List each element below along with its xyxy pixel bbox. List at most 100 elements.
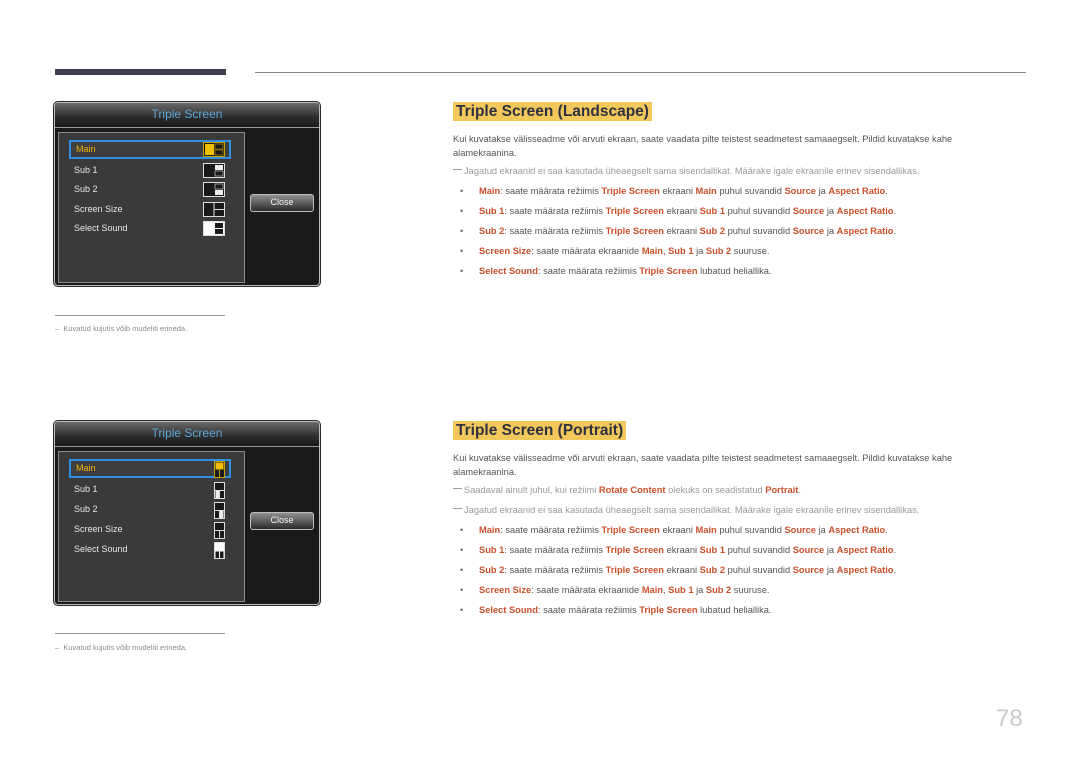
hl: Rotate Content <box>598 485 666 495</box>
t: lubatud heliallika. <box>697 266 772 276</box>
note-text: Jagatud ekraanid ei saa kasutada üheaegs… <box>464 166 920 176</box>
hl: Aspect Ratio <box>836 206 894 216</box>
t: puhul suvandid <box>724 545 793 555</box>
t: puhul suvandid <box>724 226 793 236</box>
osd-item-screen-size[interactable]: Screen Size <box>69 520 231 539</box>
t: puhul suvandid <box>716 186 785 196</box>
t: : saate määrata režiimis <box>504 565 606 575</box>
hl: Aspect Ratio <box>836 565 894 575</box>
page-number: 78 <box>996 705 1023 732</box>
hl: Sub 2 <box>705 246 732 256</box>
footnote-dash: – <box>55 324 60 333</box>
osd-item-sub2[interactable]: Sub 2 <box>69 180 231 199</box>
t: . <box>893 545 897 555</box>
osd-item-label: Select Sound <box>74 544 128 554</box>
hl: Triple Screen <box>639 605 698 615</box>
t: ja <box>815 525 829 535</box>
osd-item-sub1[interactable]: Sub 1 <box>69 161 231 180</box>
layout-screen-size-portrait-icon <box>214 522 225 539</box>
header-rule <box>255 72 1026 73</box>
t: . <box>885 186 888 196</box>
t: suuruse. <box>731 585 770 595</box>
osd-menu-list: Main Sub 1 Sub 2 Screen Size Select Soun… <box>58 132 245 283</box>
t: ja <box>824 545 837 555</box>
osd-item-select-sound[interactable]: Select Sound <box>69 219 231 238</box>
layout-sub1-portrait-icon <box>214 482 225 499</box>
bullet-key: Select Sound <box>479 605 538 615</box>
t: : saate määrata režiimis <box>537 266 640 276</box>
hl: Main <box>641 246 663 256</box>
layout-select-sound-portrait-icon <box>214 542 225 559</box>
t: ekraani <box>664 565 700 575</box>
osd-item-label: Sub 1 <box>74 484 98 494</box>
osd-item-main[interactable]: Main <box>69 459 231 478</box>
layout-sub2-icon <box>203 182 225 197</box>
hl: Triple Screen <box>605 226 664 236</box>
landscape-bullet-select-sound: • Select Sound: saate määrata režiimis Tr… <box>460 266 772 276</box>
t: lubatud heliallika. <box>697 605 772 615</box>
bullet-key: Main <box>479 186 501 196</box>
hl: Triple Screen <box>601 525 660 535</box>
t: : saate määrata režiimis <box>504 226 606 236</box>
osd-triple-screen-portrait: Triple Screen Main Sub 1 Sub 2 Screen Si… <box>54 421 320 605</box>
landscape-bullet-main: • Main: saate määrata režiimis Triple Scr… <box>460 186 888 196</box>
bullet-icon: • <box>460 266 464 276</box>
hl: Triple Screen <box>605 565 664 575</box>
hl: Sub 1 <box>668 246 694 256</box>
bullet-icon: • <box>460 605 464 615</box>
hl: Aspect Ratio <box>836 226 894 236</box>
t: : saate määrata režiimis <box>537 605 640 615</box>
bullet-key: Select Sound <box>479 266 538 276</box>
hl: Source <box>792 545 825 555</box>
footnote-text: Kuvatud kujutis võib mudeliti erineda. <box>63 643 188 652</box>
hl: Triple Screen <box>605 206 664 216</box>
osd-item-select-sound[interactable]: Select Sound <box>69 540 231 559</box>
footnote-rule <box>55 633 225 634</box>
bullet-icon: • <box>460 525 464 535</box>
t: . <box>893 565 897 575</box>
osd-item-main[interactable]: Main <box>69 140 231 159</box>
note-dash-icon <box>453 508 462 509</box>
t: suuruse. <box>731 246 770 256</box>
bullet-icon: • <box>460 565 464 575</box>
hl: Sub 2 <box>699 565 725 575</box>
bullet-icon: • <box>460 585 464 595</box>
t: ja <box>824 226 837 236</box>
portrait-bullet-sub1: • Sub 1: saate määrata režiimis Triple Sc… <box>460 545 896 555</box>
t: : saate määrata režiimis <box>504 545 606 555</box>
t: ja <box>824 565 837 575</box>
osd-item-label: Sub 1 <box>74 165 98 175</box>
close-button[interactable]: Close <box>250 194 314 212</box>
layout-sub2-portrait-icon <box>214 502 225 519</box>
osd-item-sub1[interactable]: Sub 1 <box>69 480 231 499</box>
hl: Aspect Ratio <box>836 545 894 555</box>
close-button[interactable]: Close <box>250 512 314 530</box>
hl: Portrait <box>765 485 799 495</box>
osd-item-screen-size[interactable]: Screen Size <box>69 200 231 219</box>
layout-main-portrait-icon <box>214 461 225 478</box>
footnote: – Kuvatud kujutis võib mudeliti erineda. <box>55 324 187 333</box>
t: : saate määrata režiimis <box>500 525 602 535</box>
hl: Triple Screen <box>605 545 664 555</box>
t: Saadaval ainult juhul, kui režiimi <box>464 485 599 495</box>
hl: Triple Screen <box>639 266 698 276</box>
t: olekuks on seadistatud <box>665 485 766 495</box>
bullet-key: Sub 1 <box>479 545 505 555</box>
hl: Aspect Ratio <box>828 186 886 196</box>
portrait-intro: Kui kuvatakse välisseadme või arvuti ekr… <box>453 453 953 477</box>
osd-item-sub2[interactable]: Sub 2 <box>69 500 231 519</box>
hl: Sub 1 <box>699 545 725 555</box>
portrait-bullet-screen-size: • Screen Size: saate määrata ekraanide Ma… <box>460 585 769 595</box>
t: ja <box>824 206 837 216</box>
layout-main-icon <box>203 142 225 157</box>
bullet-icon: • <box>460 246 464 256</box>
hl: Main <box>641 585 663 595</box>
bullet-key: Sub 2 <box>479 565 505 575</box>
osd-item-label: Sub 2 <box>74 184 98 194</box>
footnote-rule <box>55 315 225 316</box>
portrait-note: Jagatud ekraanid ei saa kasutada üheaegs… <box>453 505 919 515</box>
footnote-text: Kuvatud kujutis võib mudeliti erineda. <box>63 324 188 333</box>
t: ja <box>815 186 829 196</box>
osd-menu-list: Main Sub 1 Sub 2 Screen Size Select Soun… <box>58 451 245 602</box>
bullet-icon: • <box>460 545 464 555</box>
